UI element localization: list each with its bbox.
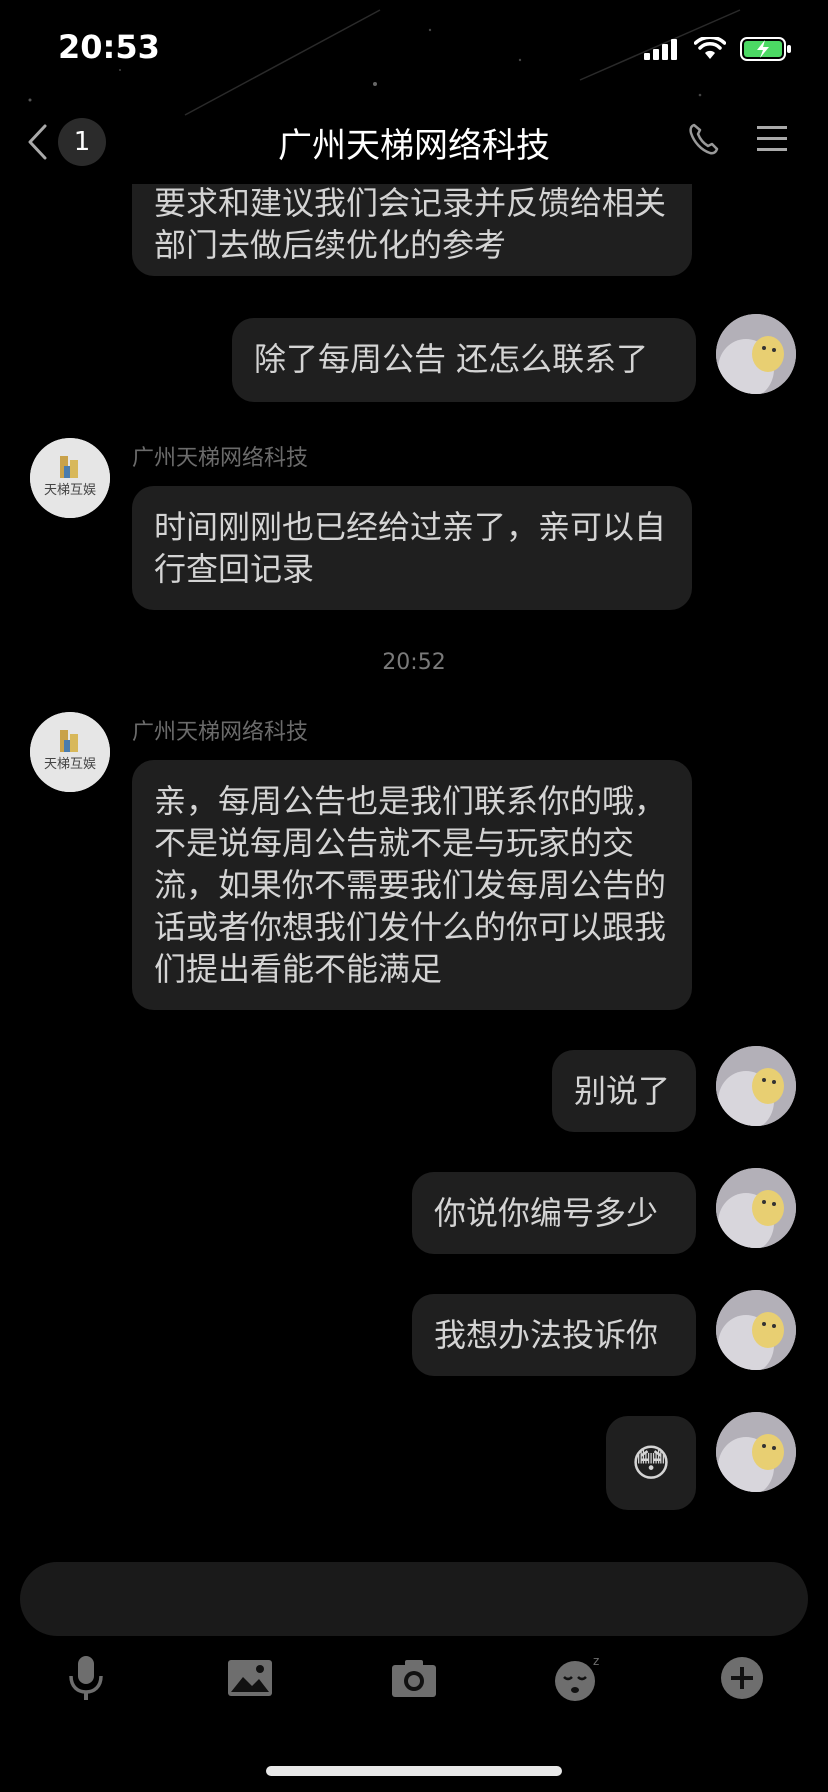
user-avatar[interactable] [716,1290,796,1370]
phone-icon[interactable] [688,122,720,156]
sender-name: 广州天梯网络科技 [132,720,309,745]
battery-charging-icon [740,37,791,61]
camera-button[interactable] [384,1648,444,1708]
company-logo-icon: 天梯互娱 [30,712,110,792]
plus-icon [721,1657,763,1699]
sleepy-emoji-icon: z [555,1654,599,1701]
menu-icon[interactable] [756,124,788,154]
message-text: 你说你编号多少 [434,1194,659,1232]
company-logo-icon: 天梯互娱 [30,438,110,518]
sender-name: 广州天梯网络科技 [132,446,309,471]
user-avatar-image [716,1168,796,1248]
user-avatar-image [716,1046,796,1126]
company-avatar-text: 天梯互娱 [44,757,96,772]
message-text: 时间刚刚也已经给过亲了，亲可以自行查回记录 [154,508,667,588]
company-avatar-text: 天梯互娱 [44,483,96,498]
plus-button[interactable] [712,1648,772,1708]
message-input[interactable] [20,1562,808,1636]
user-avatar[interactable] [716,1046,796,1126]
message-bubble-incoming[interactable]: 时间刚刚也已经给过亲了，亲可以自行查回记录 [132,486,692,610]
emoji-button[interactable]: z [548,1648,608,1708]
image-button[interactable] [220,1648,280,1708]
company-avatar[interactable]: 天梯互娱 [30,438,110,518]
message-bubble-incoming[interactable]: 要求和建议我们会记录并反馈给相关部门去做后续优化的参考 [132,184,692,276]
image-icon [228,1660,272,1696]
cellular-signal-icon [644,39,677,60]
home-indicator[interactable] [266,1766,562,1776]
company-avatar[interactable]: 天梯互娱 [30,712,110,792]
message-bubble-outgoing[interactable]: 除了每周公告 还怎么联系了 [232,318,696,402]
user-avatar-image [716,1412,796,1492]
input-toolbar: z [0,1648,828,1708]
message-list[interactable]: 要求和建议我们会记录并反馈给相关部门去做后续优化的参考 除了每周公告 还怎么联系… [0,184,828,1554]
user-avatar[interactable] [716,1412,796,1492]
message-text: 别说了 [574,1072,671,1110]
status-time: 20:53 [58,28,160,66]
user-avatar[interactable] [716,314,796,394]
message-text: 我想办法投诉你 [434,1316,659,1354]
status-bar: 20:53 [0,0,828,100]
wifi-icon [694,37,726,59]
message-bubble-outgoing[interactable]: 我想办法投诉你 [412,1294,696,1376]
user-avatar-image [716,1290,796,1370]
message-bubble-outgoing[interactable]: 别说了 [552,1050,696,1132]
svg-text:z: z [593,1654,599,1668]
status-icons [644,36,792,62]
mic-button[interactable] [56,1648,116,1708]
time-divider: 20:52 [382,650,446,675]
chat-header: 1 广州天梯网络科技 [0,100,828,184]
message-text: 亲，每周公告也是我们联系你的哦，不是说每周公告就不是与玩家的交流，如果你不需要我… [154,782,667,988]
user-avatar-image [716,314,796,394]
chat-screen: 20:53 1 广州天梯网络科技 要求和建议我们会记录并反馈给相关部门去做后续优… [0,0,828,1792]
message-text: 除了每周公告 还怎么联系了 [254,340,649,378]
message-bubble-outgoing[interactable]: 😳 [606,1416,696,1510]
emoji-message: 😳 [631,1441,671,1485]
message-bubble-outgoing[interactable]: 你说你编号多少 [412,1172,696,1254]
user-avatar[interactable] [716,1168,796,1248]
message-bubble-incoming[interactable]: 亲，每周公告也是我们联系你的哦，不是说每周公告就不是与玩家的交流，如果你不需要我… [132,760,692,1010]
camera-icon [392,1660,436,1697]
message-text: 要求和建议我们会记录并反馈给相关部门去做后续优化的参考 [154,184,667,264]
mic-icon [69,1656,103,1700]
